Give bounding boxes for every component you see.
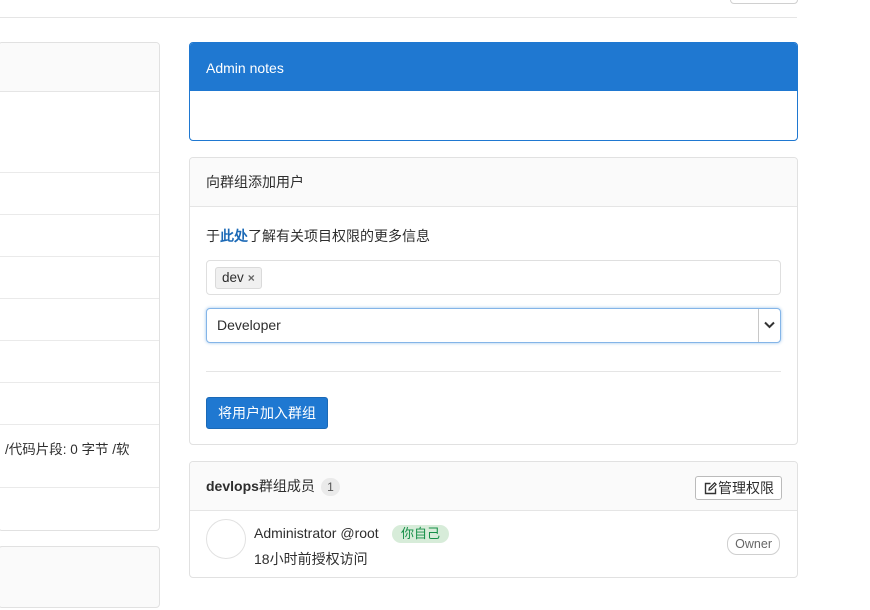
permissions-help: 于此处了解有关项目权限的更多信息 <box>206 226 430 246</box>
member-name[interactable]: Administrator @root <box>254 525 379 541</box>
left-panel-lower <box>0 546 160 608</box>
left-panel-row-divider <box>0 298 159 299</box>
group-members-label: 群组成员 <box>258 478 315 494</box>
you-badge: 你自己 <box>392 525 450 543</box>
role-badge: Owner <box>727 533 780 555</box>
access-level-select[interactable]: Developer <box>206 308 781 343</box>
top-button[interactable] <box>730 0 798 4</box>
group-name: devlops <box>206 478 259 494</box>
member-row: Administrator @root 你自己 18小时前授权访问 Owner <box>190 511 797 577</box>
help-prefix: 于 <box>206 228 220 244</box>
manage-access-button[interactable]: 管理权限 <box>695 476 782 500</box>
admin-notes-title: Admin notes <box>190 43 797 91</box>
left-panel-row-divider <box>0 382 159 383</box>
member-count-badge: 1 <box>321 478 340 496</box>
group-members-title: devlops群组成员 <box>206 462 315 511</box>
left-panel-row-divider <box>0 256 159 257</box>
user-search-input[interactable]: dev × <box>206 260 781 295</box>
access-granted-time: 18小时前授权访问 <box>254 551 368 567</box>
group-members-panel: devlops群组成员 1 管理权限 Administrator @root 你… <box>189 461 798 578</box>
left-panel-header <box>0 43 159 92</box>
add-users-panel: 向群组添加用户 于此处了解有关项目权限的更多信息 dev × Developer … <box>189 157 798 445</box>
top-divider <box>0 17 797 18</box>
avatar[interactable] <box>206 519 246 559</box>
member-full-name: Administrator <box>254 525 337 541</box>
add-to-group-button[interactable]: 将用户加入群组 <box>206 397 328 429</box>
form-divider <box>206 371 781 372</box>
close-icon[interactable]: × <box>248 271 255 285</box>
access-level-value: Developer <box>217 317 281 333</box>
edit-icon <box>704 482 717 495</box>
left-panel-row-divider <box>0 487 159 488</box>
help-suffix: 了解有关项目权限的更多信息 <box>248 228 430 244</box>
chevron-down-icon <box>758 309 780 342</box>
member-username: @root <box>340 525 379 541</box>
left-panel-row-divider <box>0 424 159 425</box>
user-token-label: dev <box>222 270 244 285</box>
admin-notes-panel: Admin notes <box>189 42 798 141</box>
permissions-help-link[interactable]: 此处 <box>220 228 248 244</box>
left-panel-row-divider <box>0 172 159 173</box>
user-token: dev × <box>215 267 262 289</box>
group-members-header: devlops群组成员 1 管理权限 <box>190 462 797 511</box>
add-users-title: 向群组添加用户 <box>190 158 797 207</box>
left-panel-row-divider <box>0 340 159 341</box>
left-panel-row-divider <box>0 214 159 215</box>
left-panel: /代码片段: 0 字节 /软 <box>0 42 160 531</box>
manage-access-label: 管理权限 <box>718 480 774 496</box>
snippet-size-text: /代码片段: 0 字节 /软 <box>5 442 130 457</box>
